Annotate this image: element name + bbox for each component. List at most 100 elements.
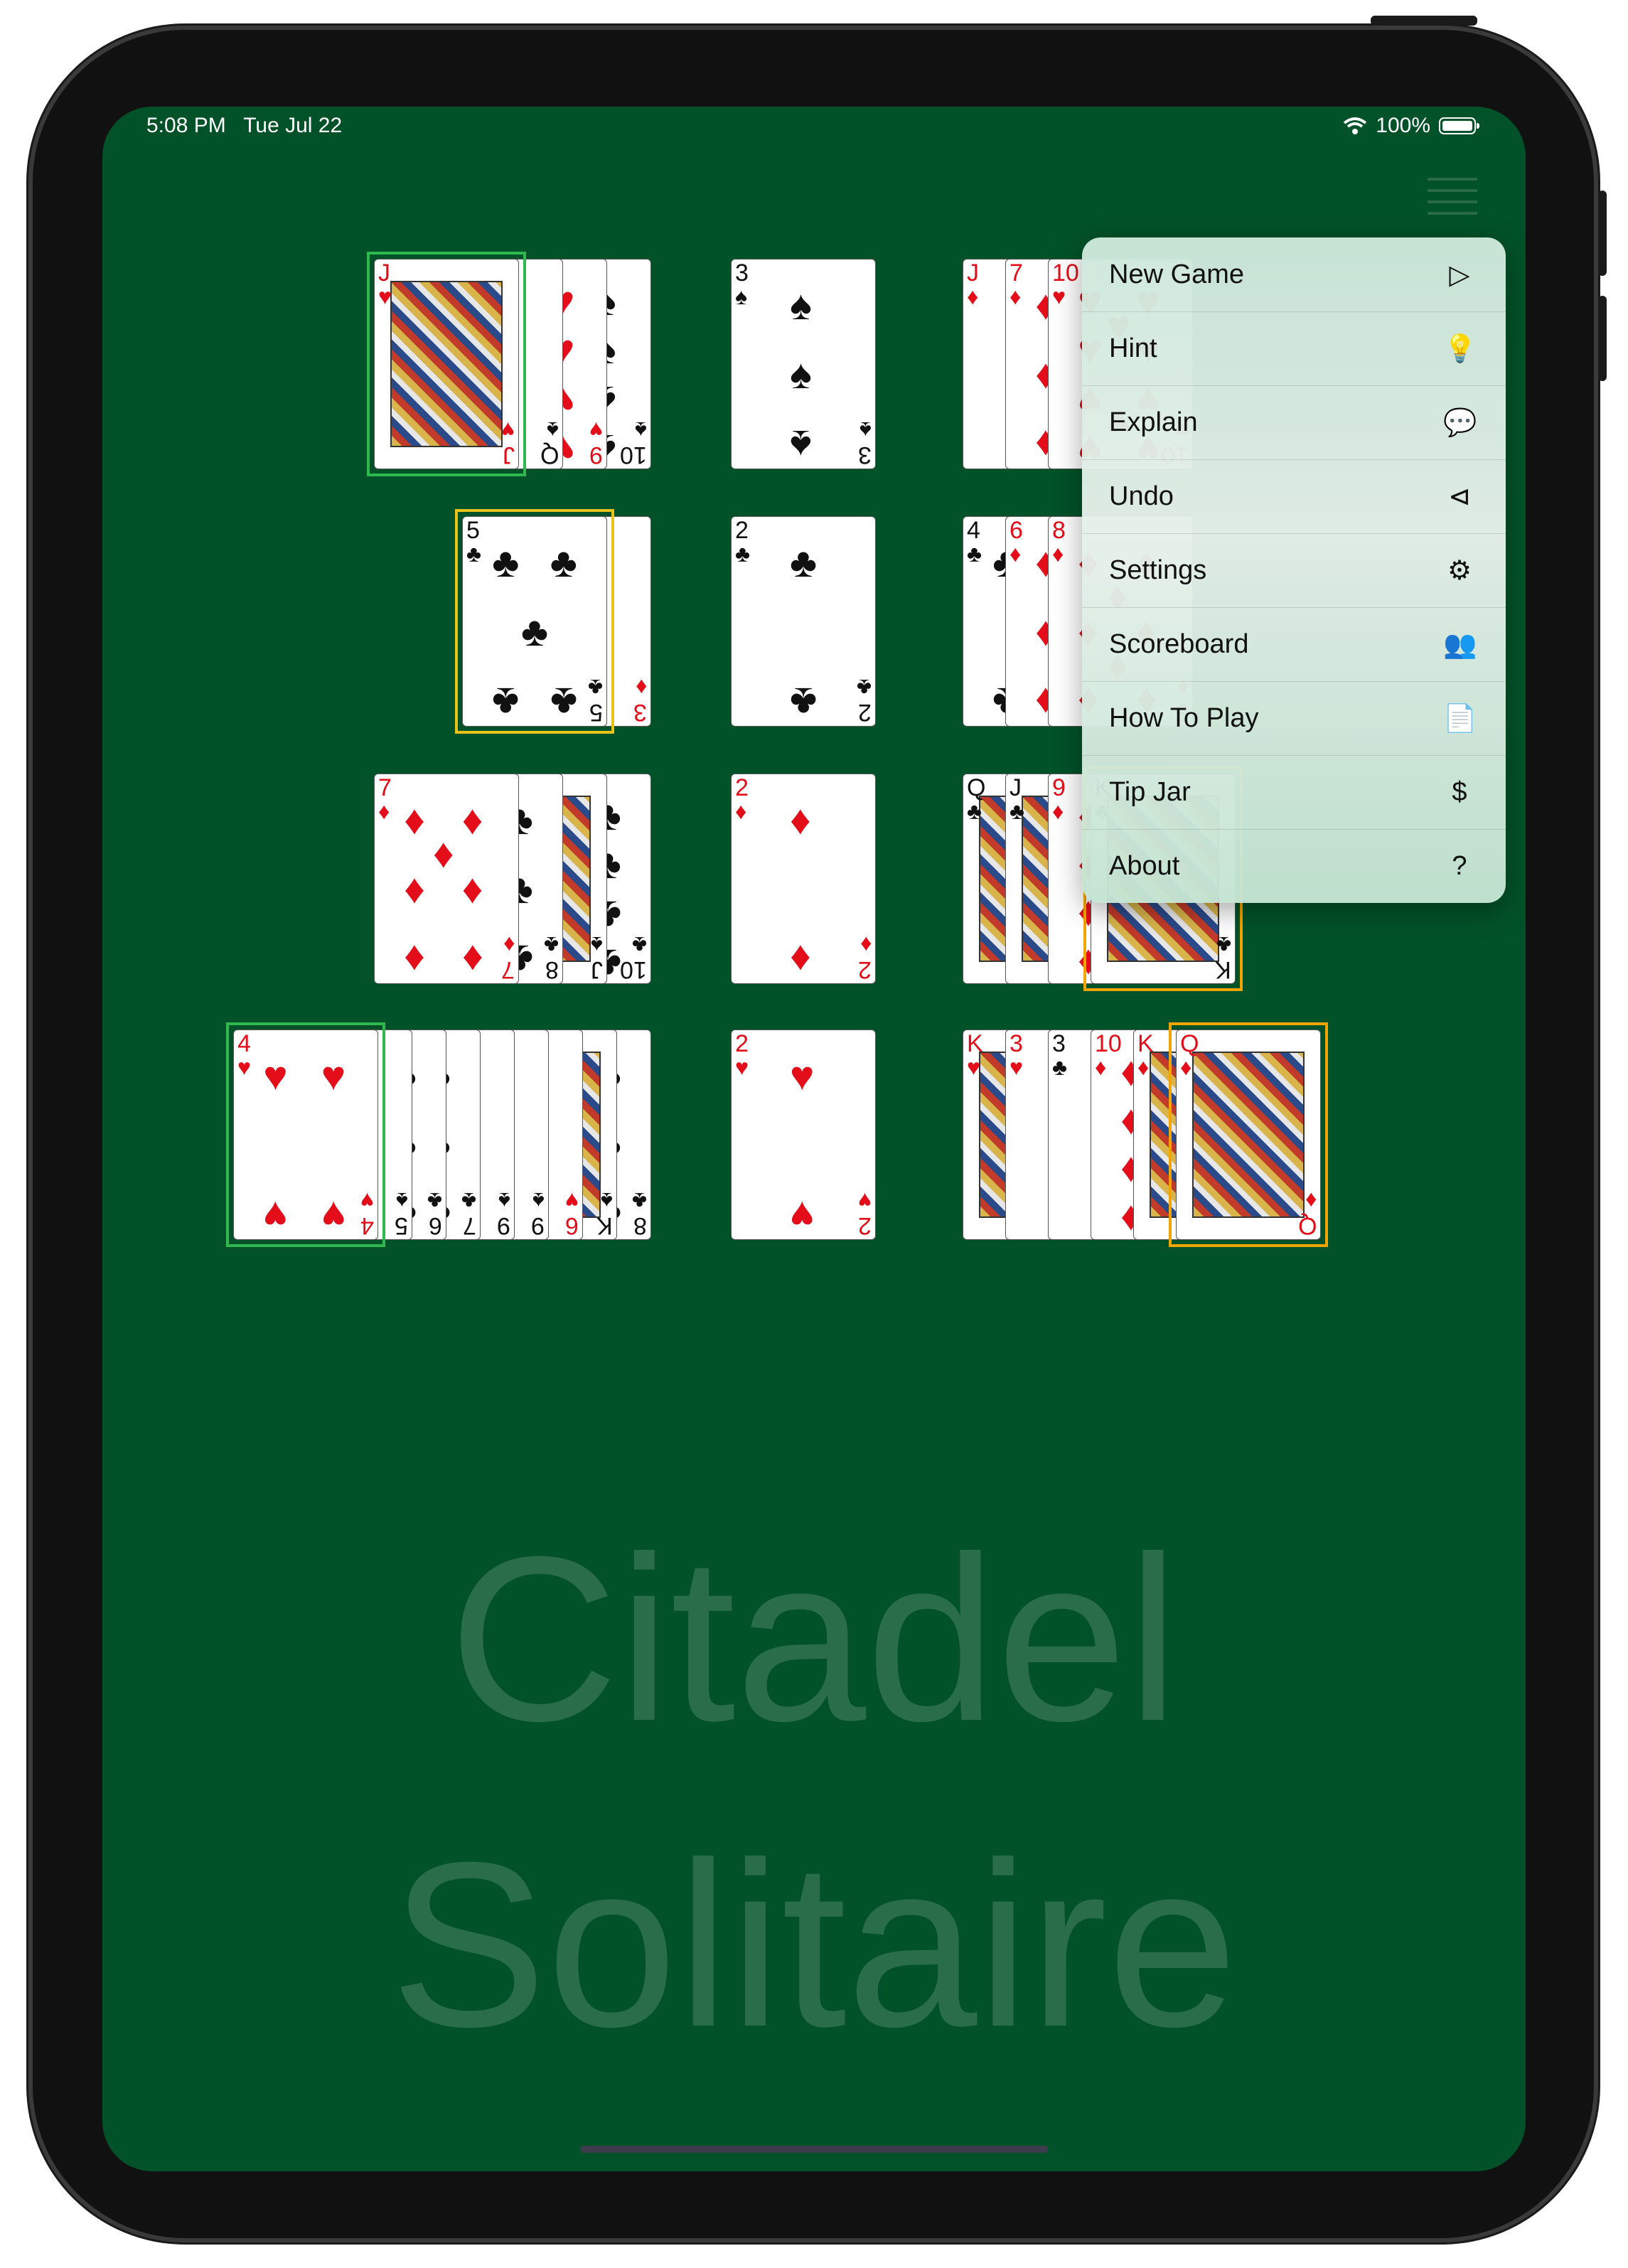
card-suit: ♣	[967, 541, 982, 567]
card-suit-bottom: ♣	[588, 675, 603, 700]
menu-item-tip-jar[interactable]: Tip Jar $	[1082, 755, 1506, 829]
card-rank-bottom: 5	[589, 699, 603, 726]
suit-pip: ♥	[790, 1192, 815, 1239]
card-suit-bottom: ♣	[1216, 932, 1231, 958]
card-rank: 3	[1010, 1030, 1023, 1057]
suit-pip: ♣	[550, 539, 577, 586]
menu-item-how-to-play[interactable]: How To Play 📄	[1082, 681, 1506, 755]
hamburger-menu-icon[interactable]	[1428, 175, 1477, 218]
card-rank: 2	[735, 517, 749, 544]
menu-item-about[interactable]: About?	[1082, 829, 1506, 903]
card-suit-bottom: ♥	[858, 1188, 872, 1214]
menu-item-hint[interactable]: Hint 💡	[1082, 311, 1506, 385]
card-suit: ♥	[967, 1054, 980, 1080]
menu-item-label: Hint	[1109, 333, 1157, 363]
card-suit: ♦	[967, 284, 979, 309]
card-suit-bottom: ♦	[859, 932, 872, 958]
card-rank: K	[1137, 1030, 1154, 1057]
card-rank: J	[378, 260, 390, 287]
card-suit-bottom: ♣	[544, 932, 559, 958]
playing-card[interactable]: Q ♦ Q ♦	[1176, 1029, 1321, 1240]
card-rank-bottom: 9	[589, 442, 603, 469]
suit-pip: ♥	[321, 1052, 346, 1099]
card-rank: J	[967, 260, 979, 287]
playing-card[interactable]: J ♥ J ♥	[374, 259, 519, 469]
card-rank-bottom: 10	[620, 442, 647, 469]
dollar-icon: $	[1452, 777, 1467, 807]
playing-card[interactable]: ♣ ♣ ♣ ♣ ♣ 5 ♣ 5 ♣	[462, 516, 607, 727]
playing-card[interactable]: ♣ ♣ 2 ♣ 2 ♣	[731, 516, 876, 727]
playing-card[interactable]: ♥ ♥ ♥ ♥ 4 ♥ 4 ♥	[233, 1029, 378, 1240]
status-time-date: 5:08 PM Tue Jul 22	[146, 114, 342, 138]
suit-pip: ♣	[492, 678, 520, 725]
suit-pip: ♣	[790, 539, 818, 586]
suit-pip: ♥	[321, 1192, 346, 1239]
status-right: 100%	[1343, 114, 1479, 138]
suit-pip: ♥	[790, 1052, 815, 1099]
card-rank-bottom: 3	[858, 442, 872, 469]
card-suit-bottom: ♣	[632, 932, 647, 958]
card-rank: Q	[967, 774, 986, 801]
card-suit-bottom: ♦	[1305, 1188, 1317, 1214]
card-rank-bottom: J	[503, 442, 515, 469]
card-rank: 4	[237, 1030, 251, 1057]
card-rank-bottom: 5	[395, 1212, 408, 1239]
playing-card[interactable]: ♥ ♥ 2 ♥ 2 ♥	[731, 1029, 876, 1240]
menu-item-label: New Game	[1109, 259, 1245, 289]
side-button-lower	[1598, 296, 1607, 381]
card-rank: 2	[735, 1030, 749, 1057]
card-suit-bottom: ♣	[461, 1188, 476, 1214]
card-suit: ♦	[735, 798, 747, 824]
menu-item-scoreboard[interactable]: Scoreboard 👥	[1082, 607, 1506, 681]
card-suit: ♦	[1180, 1054, 1192, 1080]
suit-pip: ♦	[461, 936, 483, 983]
status-date: Tue Jul 22	[243, 114, 343, 137]
menu-item-label: How To Play	[1109, 703, 1259, 733]
card-suit-bottom: ♠	[601, 1188, 613, 1214]
card-rank-bottom: 9	[497, 1212, 510, 1239]
game-menu-popup: New Game ▷ Hint 💡 Explain 💬 Undo ⊲ Settings ⚙ Scor…	[1082, 237, 1506, 903]
book-icon: 📄	[1443, 703, 1477, 734]
card-suit: ♦	[1010, 541, 1022, 567]
suit-pip: ♣	[492, 539, 520, 586]
menu-item-undo[interactable]: Undo ⊲	[1082, 459, 1506, 533]
card-rank-bottom: Q	[1297, 1212, 1317, 1239]
suit-pip: ♦	[404, 936, 425, 983]
card-suit: ♥	[237, 1054, 251, 1080]
home-indicator[interactable]	[580, 2146, 1048, 2153]
card-suit-bottom: ♦	[635, 675, 647, 700]
suit-pip: ♠	[790, 282, 812, 328]
playing-card[interactable]: ♠ ♠ ♠ 3 ♠ 3 ♠	[731, 259, 876, 469]
volume-button	[1371, 16, 1477, 26]
suit-pip: ♦	[404, 866, 425, 913]
card-suit: ♥	[1010, 1054, 1023, 1080]
menu-item-settings[interactable]: Settings ⚙	[1082, 533, 1506, 607]
card-suit-bottom: ♠	[591, 932, 603, 958]
card-suit: ♥	[378, 284, 392, 309]
menu-item-explain[interactable]: Explain 💬	[1082, 385, 1506, 459]
playing-card[interactable]: ♦♦♦♦♦♦♦7♦7♦	[374, 774, 519, 984]
playing-card[interactable]: ♦ ♦ 2 ♦ 2 ♦	[731, 774, 876, 984]
card-rank: K	[967, 1030, 983, 1057]
suit-pip: ♦	[461, 796, 483, 843]
card-rank-bottom: 4	[360, 1212, 374, 1239]
card-suit: ♥	[735, 1054, 749, 1080]
suit-pip: ♠	[790, 421, 812, 468]
card-rank-bottom: K	[1215, 956, 1231, 983]
card-rank-bottom: K	[596, 1212, 613, 1239]
suit-pip: ♣	[521, 609, 549, 656]
court-card-artwork	[390, 281, 503, 447]
card-suit-bottom: ♠	[396, 1188, 408, 1214]
card-suit: ♥	[1052, 284, 1066, 309]
card-rank: 10	[1052, 260, 1079, 287]
battery-icon	[1439, 117, 1479, 134]
card-rank-bottom: 6	[429, 1212, 442, 1239]
menu-item-new-game[interactable]: New Game ▷	[1082, 237, 1506, 311]
card-suit: ♣	[967, 798, 982, 824]
card-suit-bottom: ♠	[498, 1188, 510, 1214]
card-suit-bottom: ♥	[360, 1188, 374, 1214]
card-suit: ♠	[735, 284, 747, 309]
card-suit: ♣	[1010, 798, 1024, 824]
card-rank: 2	[735, 774, 749, 801]
suit-pip: ♣	[790, 678, 818, 725]
